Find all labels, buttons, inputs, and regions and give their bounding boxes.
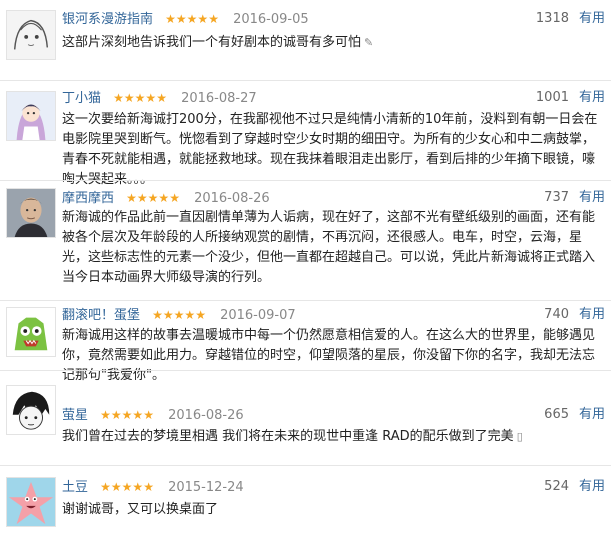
divider [0,300,611,301]
username-link[interactable]: 萤星 [62,408,88,423]
review-comment: 新海诚的作品此前一直因剧情单薄为人诟病，现在好了，这部不光有壁纸级别的画面，还有… [62,208,602,288]
comment-text: 这一次要给新海诚打200分，在我鄙视他不过只是纯情小清新的10年前，没料到有朝一… [62,112,598,187]
divider [0,180,611,181]
useful-count: 524 [544,479,569,494]
review-date: 2016-08-27 [181,91,257,106]
useful-count: 665 [544,407,569,422]
review-list: 银河系漫游指南 ★★★★★ 2016-09-05 1318 有用 这部片深刻地告… [0,0,611,540]
review-date: 2016-08-26 [168,408,244,423]
user-avatar[interactable] [6,307,56,357]
user-avatar[interactable] [6,10,56,60]
manga-boy-avatar-icon [7,386,55,434]
review-meta: 银河系漫游指南 ★★★★★ 2016-09-05 1318 有用 [62,9,605,29]
review-comment: 这部片深刻地告诉我们一个有好剧本的诚哥有多可怕 ✎ [62,33,602,53]
user-avatar[interactable] [6,477,56,527]
pencil-icon: ✎ [364,36,374,49]
useful-button[interactable]: 有用 [579,88,605,108]
review-comment: 这一次要给新海诚打200分，在我鄙视他不过只是纯情小清新的10年前，没料到有朝一… [62,110,602,190]
username-link[interactable]: 翻滚吧！蛋堡 [62,308,140,323]
user-avatar[interactable] [6,385,56,435]
review-item: 翻滚吧！蛋堡 ★★★★★ 2016-09-07 740 有用 新海诚用这样的故事… [0,300,611,383]
review-comment: 我们曾在过去的梦境里相遇 我们将在未来的现世中重逢 RAD的配乐做到了完美 ▯ [62,427,602,447]
divider [0,465,611,466]
comment-text: 这部片深刻地告诉我们一个有好剧本的诚哥有多可怕 [62,35,362,50]
username-link[interactable]: 摩西摩西 [62,191,114,206]
review-date: 2016-09-05 [233,12,309,27]
useful-button[interactable]: 有用 [579,477,605,497]
username-link[interactable]: 土豆 [62,480,88,495]
review-item: 土豆 ★★★★★ 2015-12-24 524 有用 谢谢诚哥，又可以换桌面了 [0,465,611,540]
useful-button[interactable]: 有用 [579,405,605,425]
review-date: 2016-09-07 [220,308,296,323]
anime-sketch-avatar-icon [7,11,55,59]
useful-count: 740 [544,307,569,322]
rating-stars: ★★★★★ [165,12,219,26]
username-link[interactable]: 丁小猫 [62,91,101,106]
comment-text: 新海诚的作品此前一直因剧情单薄为人诟病，现在好了，这部不光有壁纸级别的画面，还有… [62,210,596,285]
rating-stars: ★★★★★ [152,308,206,322]
divider [0,80,611,81]
review-meta: 翻滚吧！蛋堡 ★★★★★ 2016-09-07 740 有用 [62,305,605,325]
rating-stars: ★★★★★ [100,480,154,494]
username-link[interactable]: 银河系漫游指南 [62,12,153,27]
review-meta: 摩西摩西 ★★★★★ 2016-08-26 737 有用 [62,188,605,208]
user-avatar[interactable] [6,188,56,238]
rating-stars: ★★★★★ [113,91,167,105]
useful-count: 1318 [535,11,569,26]
rating-stars: ★★★★★ [100,408,154,422]
useful-button[interactable]: 有用 [579,305,605,325]
review-comment: 谢谢诚哥，又可以换桌面了 [62,500,602,520]
comment-text: 我们曾在过去的梦境里相遇 我们将在未来的现世中重逢 RAD的配乐做到了完美 [62,429,514,444]
review-item: 萤星 ★★★★★ 2016-08-26 665 有用 我们曾在过去的梦境里相遇 … [0,370,611,465]
comment-text: 谢谢诚哥，又可以换桌面了 [62,502,219,517]
emoji-placeholder-icon: ▯ [516,430,523,443]
useful-count: 1001 [535,90,569,105]
review-date: 2016-08-26 [194,191,270,206]
man-photo-avatar-icon [7,189,55,237]
review-item: 摩西摩西 ★★★★★ 2016-08-26 737 有用 新海诚的作品此前一直因… [0,180,611,300]
review-meta: 土豆 ★★★★★ 2015-12-24 524 有用 [62,477,605,497]
review-item: 银河系漫游指南 ★★★★★ 2016-09-05 1318 有用 这部片深刻地告… [0,0,611,80]
review-date: 2015-12-24 [168,480,244,495]
useful-count: 737 [544,190,569,205]
review-item: 丁小猫 ★★★★★ 2016-08-27 1001 有用 这一次要给新海诚打20… [0,80,611,187]
green-monster-avatar-icon [7,308,55,356]
useful-button[interactable]: 有用 [579,188,605,208]
useful-button[interactable]: 有用 [579,9,605,29]
review-meta: 丁小猫 ★★★★★ 2016-08-27 1001 有用 [62,88,605,108]
pink-starfish-avatar-icon [7,478,55,526]
anime-girl-avatar-icon [7,92,55,140]
rating-stars: ★★★★★ [126,191,180,205]
user-avatar[interactable] [6,91,56,141]
review-meta: 萤星 ★★★★★ 2016-08-26 665 有用 [62,405,605,425]
divider [0,370,611,371]
